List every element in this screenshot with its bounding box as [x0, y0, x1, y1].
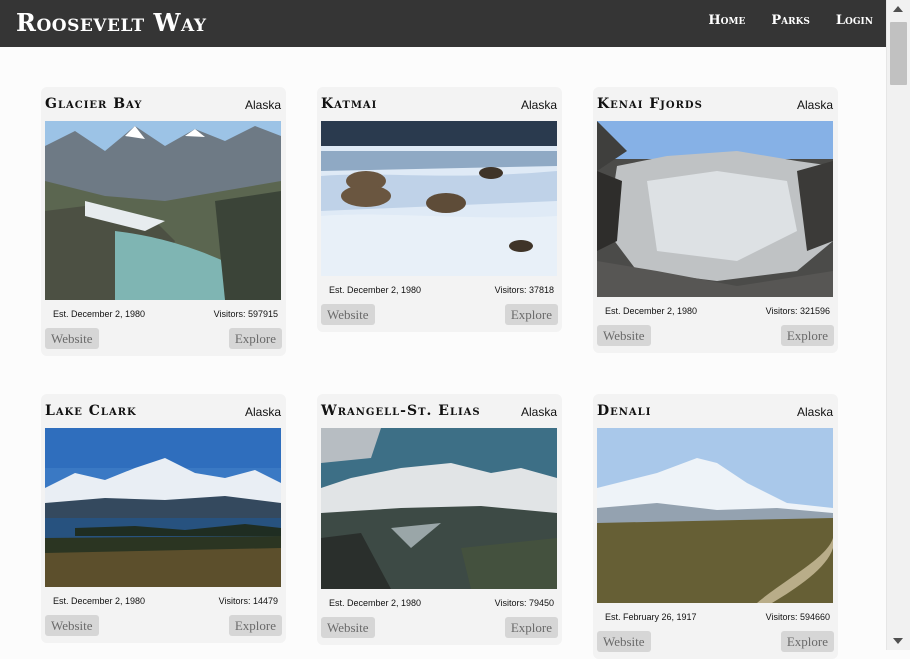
park-photo: [597, 428, 833, 603]
established-date: Est. December 2, 1980: [329, 285, 422, 295]
website-button[interactable]: Website: [45, 615, 99, 636]
park-state: Alaska: [244, 405, 281, 419]
park-card: Glacier Bay Alaska Est. December 2, 1980…: [41, 87, 286, 356]
park-state: Alaska: [796, 98, 833, 112]
explore-button[interactable]: Explore: [504, 617, 558, 638]
park-photo: [45, 428, 281, 587]
scroll-thumb[interactable]: [890, 22, 907, 85]
navbar: Roosevelt Way Home Parks Login: [0, 0, 887, 47]
park-name: Katmai: [321, 96, 378, 112]
park-state: Alaska: [796, 405, 833, 419]
explore-button[interactable]: Explore: [228, 615, 282, 636]
scrollbar[interactable]: [886, 0, 910, 650]
established-date: Est. February 26, 1917: [605, 612, 697, 622]
explore-button[interactable]: Explore: [780, 631, 834, 652]
park-name: Glacier Bay: [45, 96, 143, 112]
park-name: Denali: [597, 403, 652, 419]
visitors-count: Visitors: 79450: [494, 598, 554, 608]
established-date: Est. December 2, 1980: [329, 598, 422, 608]
visitors-count: Visitors: 37818: [494, 285, 554, 295]
website-button[interactable]: Website: [321, 617, 375, 638]
park-card: Kenai Fjords Alaska Est. December 2, 198…: [593, 87, 838, 353]
website-button[interactable]: Website: [597, 325, 651, 346]
park-photo: [45, 121, 281, 300]
website-button[interactable]: Website: [45, 328, 99, 349]
park-card: Katmai Alaska Est. December 2, 1980 Visi…: [317, 87, 562, 332]
park-name: Kenai Fjords: [597, 96, 703, 112]
brand-logo[interactable]: Roosevelt Way: [16, 8, 206, 37]
park-card: Wrangell-St. Elias Alaska Est. December …: [317, 394, 562, 645]
scroll-down-arrow-icon[interactable]: [893, 638, 903, 644]
established-date: Est. December 2, 1980: [605, 306, 698, 316]
park-photo: [321, 121, 557, 276]
website-button[interactable]: Website: [597, 631, 651, 652]
park-photo: [597, 121, 833, 297]
website-button[interactable]: Website: [321, 304, 375, 325]
park-name: Wrangell-St. Elias: [321, 403, 481, 419]
nav-login[interactable]: Login: [836, 13, 873, 28]
visitors-count: Visitors: 594660: [765, 612, 830, 622]
scroll-up-arrow-icon[interactable]: [893, 6, 903, 12]
explore-button[interactable]: Explore: [228, 328, 282, 349]
visitors-count: Visitors: 597915: [213, 309, 278, 319]
park-card: Denali Alaska Est. February 26, 1917 Vis…: [593, 394, 838, 659]
nav-links: Home Parks Login: [708, 13, 873, 28]
park-state: Alaska: [520, 98, 557, 112]
park-state: Alaska: [244, 98, 281, 112]
visitors-count: Visitors: 321596: [765, 306, 830, 316]
nav-home[interactable]: Home: [708, 13, 745, 28]
park-name: Lake Clark: [45, 403, 137, 419]
visitors-count: Visitors: 14479: [218, 596, 278, 606]
park-state: Alaska: [520, 405, 557, 419]
established-date: Est. December 2, 1980: [53, 596, 146, 606]
explore-button[interactable]: Explore: [504, 304, 558, 325]
established-date: Est. December 2, 1980: [53, 309, 146, 319]
park-photo: [321, 428, 557, 589]
nav-parks[interactable]: Parks: [771, 13, 810, 28]
park-card: Lake Clark Alaska Est. December 2, 1980 …: [41, 394, 286, 643]
explore-button[interactable]: Explore: [780, 325, 834, 346]
